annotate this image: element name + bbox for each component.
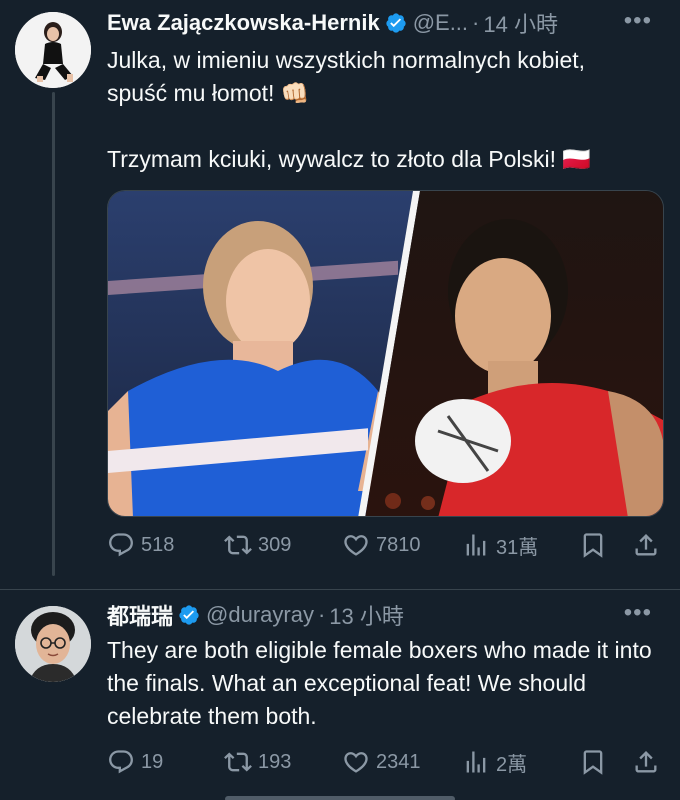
author-handle[interactable]: @E... (413, 10, 468, 36)
like-button[interactable]: 2341 (342, 748, 421, 776)
timestamp[interactable]: 14 小時 (483, 7, 558, 39)
reply-button[interactable]: 19 (107, 748, 163, 776)
views-button[interactable]: 31萬 (462, 531, 538, 560)
tweet[interactable]: 都瑞瑞 @durayray · 13 小時 ••• They are both … (0, 590, 680, 800)
tweet-header: Ewa Zajączkowska-Hernik @E... · 14 小時 ••… (107, 8, 670, 38)
bookmark-button[interactable] (579, 531, 613, 559)
tweet[interactable]: Ewa Zajączkowska-Hernik @E... · 14 小時 ••… (0, 0, 680, 590)
bookmark-button[interactable] (579, 748, 613, 776)
heart-icon (344, 752, 368, 773)
like-button[interactable]: 7810 (342, 531, 421, 559)
author-handle[interactable]: @durayray (206, 602, 314, 628)
retweet-icon (224, 752, 252, 772)
verified-badge-icon (386, 13, 406, 33)
tweet-actions: 19 193 2341 2萬 (107, 745, 664, 779)
avatar[interactable] (15, 12, 91, 88)
retweet-button[interactable]: 193 (224, 748, 291, 776)
bookmark-icon (583, 533, 603, 558)
author-name[interactable]: 都瑞瑞 (107, 599, 173, 631)
tweet-actions: 518 309 7810 31萬 (107, 528, 664, 562)
reply-icon (109, 750, 133, 774)
share-button[interactable] (632, 531, 666, 559)
retweet-count: 309 (258, 533, 292, 556)
share-button[interactable] (632, 748, 666, 776)
timestamp[interactable]: 13 小時 (329, 599, 404, 631)
reply-count: 19 (141, 750, 164, 773)
reply-count: 518 (141, 533, 175, 556)
share-icon (635, 534, 657, 556)
tweet-header: 都瑞瑞 @durayray · 13 小時 ••• (107, 600, 670, 630)
retweet-count: 193 (258, 750, 292, 773)
verified-badge-icon (179, 605, 199, 625)
views-count: 31萬 (496, 536, 539, 559)
views-icon (466, 751, 486, 773)
home-indicator (225, 796, 455, 800)
more-icon[interactable]: ••• (624, 8, 652, 34)
share-icon (635, 751, 657, 773)
separator-dot: · (472, 10, 480, 35)
views-icon (466, 534, 486, 556)
tweet-text: Julka, w imieniu wszystkich normalnych k… (107, 47, 592, 172)
retweet-icon (224, 535, 252, 555)
reply-icon (109, 533, 133, 557)
views-count: 2萬 (496, 753, 528, 776)
tweet-media-image[interactable] (107, 190, 664, 517)
heart-icon (344, 535, 368, 556)
more-icon[interactable]: ••• (624, 600, 652, 626)
tweet-text: They are both eligible female boxers who… (107, 637, 652, 729)
bookmark-icon (583, 750, 603, 775)
views-button[interactable]: 2萬 (462, 748, 527, 777)
like-count: 2341 (376, 750, 421, 773)
separator-dot: · (317, 602, 326, 627)
like-count: 7810 (376, 533, 421, 556)
retweet-button[interactable]: 309 (224, 531, 291, 559)
reply-button[interactable]: 518 (107, 531, 174, 559)
avatar[interactable] (15, 606, 91, 682)
author-name[interactable]: Ewa Zajączkowska-Hernik (107, 10, 380, 36)
